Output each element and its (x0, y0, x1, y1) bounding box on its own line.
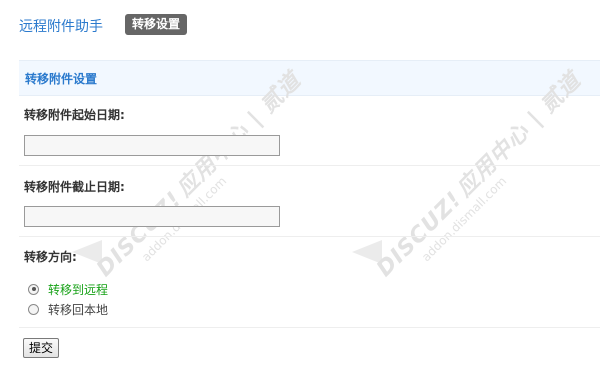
radio-label-to-remote[interactable]: 转移到远程 (48, 281, 108, 298)
radio-button-to-local[interactable] (28, 303, 39, 315)
watermark-arrow-icon (352, 240, 382, 264)
section-title: 转移附件设置 (25, 72, 98, 86)
end-date-input[interactable] (24, 206, 280, 227)
section-header: 转移附件设置 (19, 60, 600, 96)
radio-label-to-local[interactable]: 转移回本地 (48, 301, 108, 318)
watermark-brand: DISCUZ! (372, 186, 468, 282)
tab-transfer-settings[interactable]: 转移设置 (125, 14, 188, 35)
direction-label: 转移方向: (24, 250, 77, 264)
radio-option-to-local[interactable]: 转移回本地 (28, 301, 108, 317)
end-date-label: 转移附件截止日期: (24, 180, 125, 194)
submit-button[interactable]: 提交 (23, 338, 60, 358)
radio-button-to-remote[interactable] (28, 283, 39, 295)
divider (19, 236, 600, 237)
watermark-brand: DISCUZ! (92, 186, 188, 282)
watermark-right: DISCUZ! 应用中心 | 贰道 addon.dismall.com (368, 64, 597, 293)
watermark-domain: addon.dismall.com (418, 173, 510, 265)
divider (19, 327, 600, 328)
start-date-input[interactable] (24, 135, 280, 156)
top-bar: 远程附件助手 转移设置 (0, 0, 600, 50)
watermark-domain: addon.dismall.com (139, 86, 317, 264)
divider (19, 165, 600, 166)
start-date-label: 转移附件起始日期: (24, 108, 125, 122)
app-title[interactable]: 远程附件助手 (19, 16, 103, 36)
radio-option-to-remote[interactable]: 转移到远程 (28, 281, 108, 297)
